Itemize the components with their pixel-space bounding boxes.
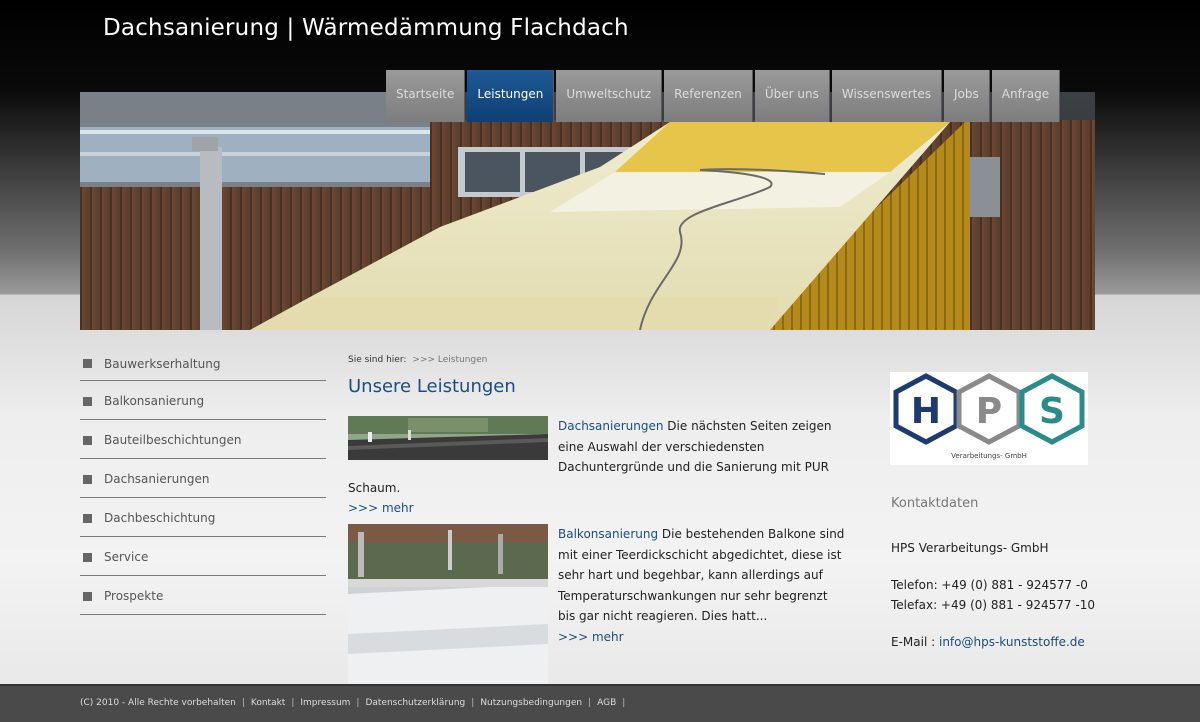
nav-item-referenzen[interactable]: Referenzen [664, 70, 753, 122]
logo-letter-h: H [911, 391, 941, 432]
footer-link-impressum[interactable]: Impressum [300, 698, 350, 708]
article-link-dachsanierungen[interactable]: Dachsanierungen [558, 419, 663, 433]
bullet-icon [83, 359, 92, 368]
footer-link-kontakt[interactable]: Kontakt [251, 698, 285, 708]
page-title: Unsere Leistungen [348, 376, 516, 397]
main-nav: Startseite Leistungen Umweltschutz Refer… [386, 70, 1061, 122]
contact-box: Kontaktdaten HPS Verarbeitungs- GmbH Tel… [891, 494, 1095, 652]
article-thumbnail[interactable] [348, 524, 548, 684]
bullet-icon [83, 396, 92, 406]
nav-item-jobs[interactable]: Jobs [944, 70, 990, 122]
contact-email-label: E-Mail : [891, 635, 936, 649]
breadcrumb-label: Sie sind hier: [348, 355, 407, 365]
bullet-icon [83, 435, 92, 445]
contact-email-row: E-Mail : info@hps-kunststoffe.de [891, 632, 1095, 652]
article-balkonsanierung: Balkonsanierung Die bestehenden Balkone … [348, 524, 848, 690]
bullet-icon [83, 513, 92, 523]
footer-links: (C) 2010 - Alle Rechte vorbehalten | Kont… [80, 698, 626, 708]
read-more-link[interactable]: >>> mehr [348, 498, 848, 519]
sidebar-item-bauteilbeschichtungen[interactable]: Bauteilbeschichtungen [80, 420, 326, 459]
nav-item-umweltschutz[interactable]: Umweltschutz [556, 70, 663, 122]
contact-phone: Telefon: +49 (0) 881 - 924577 -0 [891, 578, 1088, 592]
article-link-balkonsanierung[interactable]: Balkonsanierung [558, 527, 658, 541]
nav-item-leistungen[interactable]: Leistungen [467, 70, 555, 122]
contact-fax: Telefax: +49 (0) 881 - 924577 -10 [891, 598, 1095, 612]
sidebar-item-dachsanierungen[interactable]: Dachsanierungen [80, 459, 326, 498]
sidebar-item-label: Dachbeschichtung [104, 511, 216, 525]
nav-item-startseite[interactable]: Startseite [386, 70, 466, 122]
sidebar-item-dachbeschichtung[interactable]: Dachbeschichtung [80, 498, 326, 537]
footer: (C) 2010 - Alle Rechte vorbehalten | Kont… [0, 684, 1200, 722]
logo-letter-s: S [1039, 391, 1065, 432]
footer-copyright: (C) 2010 - Alle Rechte vorbehalten [80, 698, 236, 708]
footer-link-nutzungsbedingungen[interactable]: Nutzungsbedingungen [480, 698, 582, 708]
nav-item-wissenswertes[interactable]: Wissenswertes [831, 70, 943, 122]
sidebar-item-prospekte[interactable]: Prospekte [80, 576, 326, 615]
contact-email-link[interactable]: info@hps-kunststoffe.de [939, 635, 1085, 649]
site-title: Dachsanierung | Wärmedämmung Flachdach [103, 15, 629, 41]
sidebar-item-service[interactable]: Service [80, 537, 326, 576]
bullet-icon [83, 591, 92, 601]
nav-item-ueber-uns[interactable]: Über uns [754, 70, 830, 122]
logo-letter-p: P [976, 391, 1002, 432]
bullet-icon [83, 552, 92, 562]
sidebar-item-bauwerkserhaltung[interactable]: Bauwerkserhaltung [80, 345, 326, 381]
sidebar-item-balkonsanierung[interactable]: Balkonsanierung [80, 381, 326, 420]
sidebar-item-label: Bauwerkserhaltung [104, 356, 221, 371]
bullet-icon [83, 474, 92, 484]
breadcrumb: Sie sind hier: >>> Leistungen [348, 355, 487, 365]
hero-banner-image [80, 92, 1095, 330]
contact-company: HPS Verarbeitungs- GmbH [891, 541, 1049, 555]
footer-link-datenschutz[interactable]: Datenschutzerklärung [365, 698, 465, 708]
sidebar-item-label: Prospekte [104, 589, 164, 603]
logo-subtitle: Verarbeitungs- GmbH [951, 452, 1027, 460]
contact-title: Kontaktdaten [891, 496, 979, 511]
article-text: Die bestehenden Balkone sind mit einer T… [558, 527, 845, 623]
sidebar-item-label: Bauteilbeschichtungen [104, 433, 242, 447]
sidebar-item-label: Service [104, 550, 149, 564]
breadcrumb-current[interactable]: >>> Leistungen [412, 355, 487, 365]
sidebar-item-label: Balkonsanierung [104, 394, 205, 408]
article-thumbnail[interactable] [348, 416, 548, 460]
article-dachsanierungen: Dachsanierungen Die nächsten Seiten zeig… [348, 416, 848, 519]
nav-item-anfrage[interactable]: Anfrage [991, 70, 1061, 122]
footer-link-agb[interactable]: AGB [597, 698, 616, 708]
hps-logo[interactable]: H P S Verarbeitungs- GmbH [890, 372, 1088, 465]
sidebar-item-label: Dachsanierungen [104, 472, 210, 486]
sidebar-menu: Bauwerkserhaltung Balkonsanierung Bautei… [80, 345, 326, 615]
